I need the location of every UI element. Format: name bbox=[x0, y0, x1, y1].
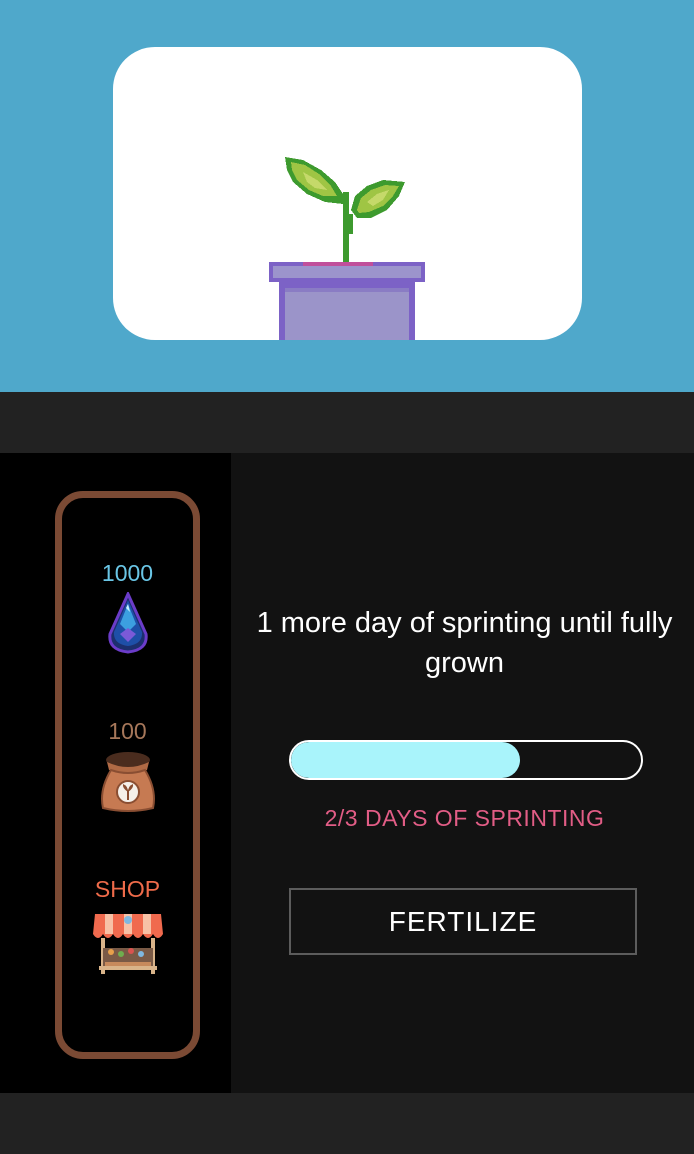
fertilize-button[interactable]: FERTILIZE bbox=[289, 888, 637, 955]
shop-button[interactable]: SHOP bbox=[62, 876, 193, 974]
sprint-progress-bar bbox=[289, 740, 643, 780]
fertilizer-bag-icon bbox=[100, 752, 155, 812]
growth-status-message: 1 more day of sprinting until fully grow… bbox=[256, 607, 673, 679]
bottom-bar bbox=[0, 1093, 694, 1154]
fertilizer-count: 100 bbox=[108, 718, 147, 744]
plant-card bbox=[113, 47, 582, 340]
plant-status-panel: 1 more day of sprinting until fully grow… bbox=[231, 453, 694, 1093]
resource-sidebar: 1000 100 SHOP bbox=[0, 453, 231, 1093]
sprint-progress-caption: 2/3 DAYS OF SPRINTING bbox=[324, 805, 605, 831]
water-resource[interactable]: 1000 bbox=[62, 560, 193, 654]
plant-display-area bbox=[0, 0, 694, 392]
resource-frame: 1000 100 SHOP bbox=[55, 491, 200, 1059]
divider-bar bbox=[0, 392, 694, 453]
market-stall-icon bbox=[92, 914, 163, 974]
fertilizer-resource[interactable]: 100 bbox=[62, 718, 193, 814]
sprout-in-pot-icon bbox=[269, 157, 425, 340]
water-count: 1000 bbox=[101, 560, 154, 586]
sprint-progress-fill bbox=[291, 742, 521, 778]
water-drop-icon bbox=[107, 592, 148, 654]
shop-label: SHOP bbox=[94, 876, 161, 902]
